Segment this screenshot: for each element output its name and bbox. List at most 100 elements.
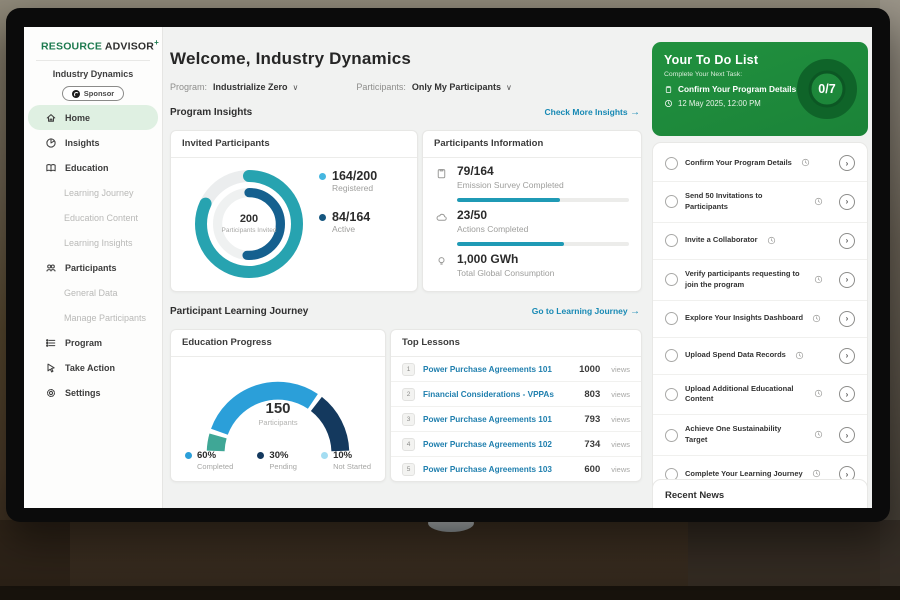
task-checkbox[interactable] [665,234,678,247]
task-go-button[interactable]: › [839,233,855,249]
task-checkbox[interactable] [665,312,678,325]
lesson-row: 4 Power Purchase Agreements 102 734 view… [391,432,641,457]
sidebar-item-label: Learning Insights [64,238,133,248]
card-title: Participants Information [423,131,641,158]
sidebar-item-participants[interactable]: Participants [28,255,158,280]
task-checkbox[interactable] [665,195,678,208]
sidebar-item-learning-journey[interactable]: Learning Journey [28,180,158,205]
task-row: Verify participants requesting to join t… [653,260,867,301]
stat-emission-survey: 79/164 Emission Survey Completed [435,165,631,202]
participants-filter-value[interactable]: Only My Participants [412,82,501,92]
task-label: Explore Your Insights Dashboard [685,313,803,324]
todo-progress-value: 0/7 [796,58,858,120]
task-checkbox[interactable] [665,157,678,170]
bulb-icon [435,255,448,268]
sidebar-item-general-data[interactable]: General Data [28,280,158,305]
progress-bar [457,242,629,246]
task-checkbox[interactable] [665,349,678,362]
sidebar-item-manage-participants[interactable]: Manage Participants [28,305,158,330]
settings-icon [45,387,57,399]
sidebar-item-take-action[interactable]: Take Action [28,355,158,380]
gauge-center-label: Participants [171,418,385,427]
task-checkbox[interactable] [665,388,678,401]
task-row: Explore Your Insights Dashboard › [653,301,867,338]
sidebar-item-label: Insights [65,138,100,148]
card-title: Top Lessons [391,330,641,357]
check-more-insights-link[interactable]: Check More Insights → [544,107,640,118]
task-go-button[interactable]: › [839,155,855,171]
lesson-link[interactable]: Power Purchase Agreements 101 [423,365,552,374]
sidebar-item-settings[interactable]: Settings [28,380,158,405]
sidebar-item-label: Education Content [64,213,138,223]
clock-icon [664,99,673,108]
filters-row: Program: Industrialize Zero ∨ Participan… [170,82,512,92]
take-action-icon [45,362,57,374]
task-label: Verify participants requesting to join t… [685,269,805,291]
sidebar-item-education[interactable]: Education [28,155,158,180]
sidebar-item-label: Take Action [65,363,115,373]
sidebar-item-education-content[interactable]: Education Content [28,205,158,230]
task-label: Upload Additional Educational Content [685,384,805,406]
sidebar-item-label: General Data [64,288,118,298]
sidebar-item-home[interactable]: Home [28,105,158,130]
legend-value: 10% [333,450,371,461]
program-filter-value[interactable]: Industrialize Zero [213,82,288,92]
page-title: Welcome, Industry Dynamics [170,49,411,69]
task-go-button[interactable]: › [839,194,855,210]
todo-hero-card: Your To Do List Complete Your Next Task:… [652,42,868,136]
task-checkbox[interactable] [665,429,678,442]
task-go-button[interactable]: › [839,427,855,443]
program-filter-label: Program: [170,82,207,92]
clock-icon [814,271,823,289]
legend-completed: 60% Completed [185,450,233,471]
sidebar-item-insights[interactable]: Insights [28,130,158,155]
legend-dot [319,214,326,221]
lesson-link[interactable]: Power Purchase Agreements 101 [423,415,552,424]
legend-value: 30% [269,450,297,461]
lesson-link[interactable]: Power Purchase Agreements 103 [423,465,552,474]
lesson-link[interactable]: Power Purchase Agreements 102 [423,440,552,449]
link-label: Go to Learning Journey [532,306,628,316]
arrow-right-icon: → [630,107,640,118]
task-go-button[interactable]: › [839,311,855,327]
legend-dot [319,173,326,180]
task-row: Invite a Collaborator › [653,223,867,260]
progress-bar-fill [457,242,564,246]
lesson-rank: 4 [402,438,415,451]
education-progress-card: Education Progress 150 Participants 60% … [170,329,386,482]
lesson-rank: 1 [402,363,415,376]
lesson-rank: 5 [402,463,415,476]
clock-icon [814,385,823,403]
gauge-legend: 60% Completed 30% Pending 10% Not Starte… [171,450,385,471]
task-label: Achieve One Sustainability Target [685,424,805,446]
task-go-button[interactable]: › [839,272,855,288]
task-checkbox[interactable] [665,273,678,286]
stat-global-consumption: 1,000 GWh Total Global Consumption [435,253,631,278]
lesson-row: 5 Power Purchase Agreements 103 600 view… [391,457,641,481]
clock-icon [767,232,776,250]
legend-dot [185,452,192,459]
task-go-button[interactable]: › [839,386,855,402]
due-date-label: 12 May 2025, 12:00 PM [678,99,761,108]
clock-icon [795,347,804,365]
sponsor-badge-icon [72,90,80,98]
task-row: Upload Additional Educational Content › [653,375,867,416]
survey-icon [435,167,448,180]
task-label: Upload Spend Data Records [685,350,786,361]
lesson-views: 1000 [579,364,600,375]
sidebar-item-learning-insights[interactable]: Learning Insights [28,230,158,255]
go-to-learning-journey-link[interactable]: Go to Learning Journey → [532,306,640,317]
task-go-button[interactable]: › [839,348,855,364]
clock-icon [814,426,823,444]
sidebar-item-label: Learning Journey [64,188,134,198]
stat-value: 79/164 [457,165,629,178]
education-icon [45,162,57,174]
participants-icon [45,262,57,274]
chevron-down-icon[interactable]: ∨ [293,83,299,92]
lesson-views: 793 [584,414,600,425]
chevron-down-icon[interactable]: ∨ [506,83,512,92]
legend-label: Completed [197,462,233,471]
sidebar-item-program[interactable]: Program [28,330,158,355]
lesson-link[interactable]: Financial Considerations - VPPAs [423,390,554,399]
donut-legend: 164/200 Registered 84/164 Active [319,169,377,251]
